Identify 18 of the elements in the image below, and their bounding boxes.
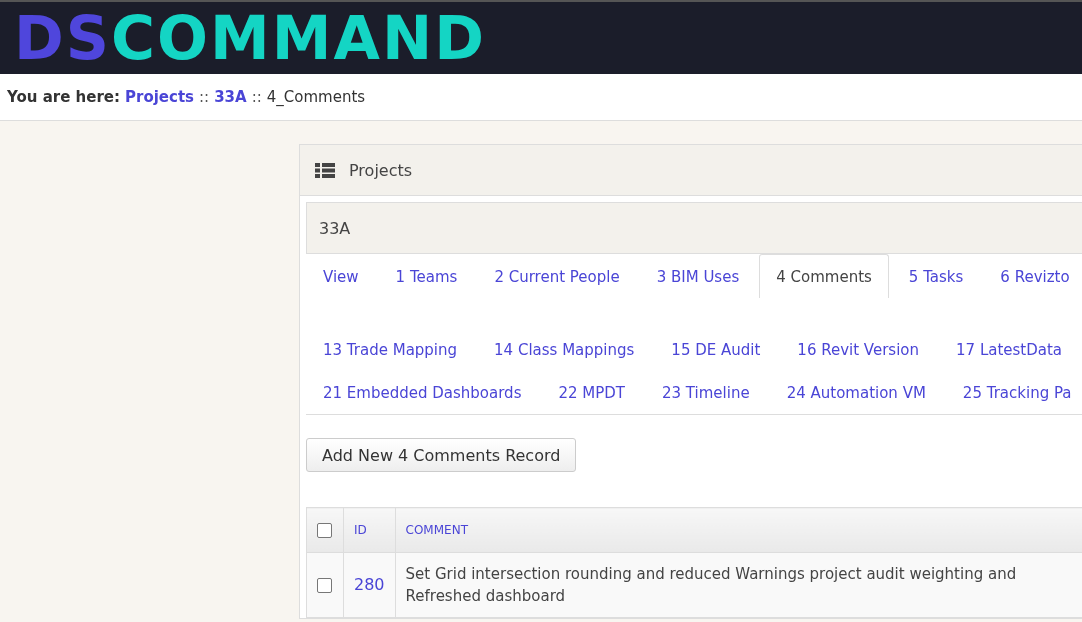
column-header[interactable]: ID [343, 507, 396, 553]
add-record-button[interactable]: Add New 4 Comments Record [306, 438, 577, 472]
tab[interactable]: 4 Comments [759, 254, 889, 298]
project-name: 33A [306, 202, 1082, 254]
breadcrumb-current: 4_Comments [266, 88, 366, 106]
column-header[interactable]: COMMENT [395, 507, 1082, 553]
panel-title: Projects [349, 160, 413, 180]
logo: DSCOMMAND [14, 8, 486, 68]
breadcrumb-label: You are here: [7, 88, 121, 106]
list-icon [315, 162, 335, 178]
row-checkbox[interactable] [317, 578, 332, 593]
breadcrumb-separator: :: [251, 88, 262, 106]
id-link[interactable]: 280 [354, 575, 385, 594]
breadcrumb-link[interactable]: Projects [125, 88, 195, 106]
breadcrumb-link[interactable]: 33A [214, 88, 247, 106]
select-all-checkbox[interactable] [317, 522, 332, 538]
comment-cell: Set Grid intersection rounding and reduced Warnings project audit weighting and Refreshed dashboard [395, 552, 1082, 618]
breadcrumb-separator: :: [199, 88, 210, 106]
